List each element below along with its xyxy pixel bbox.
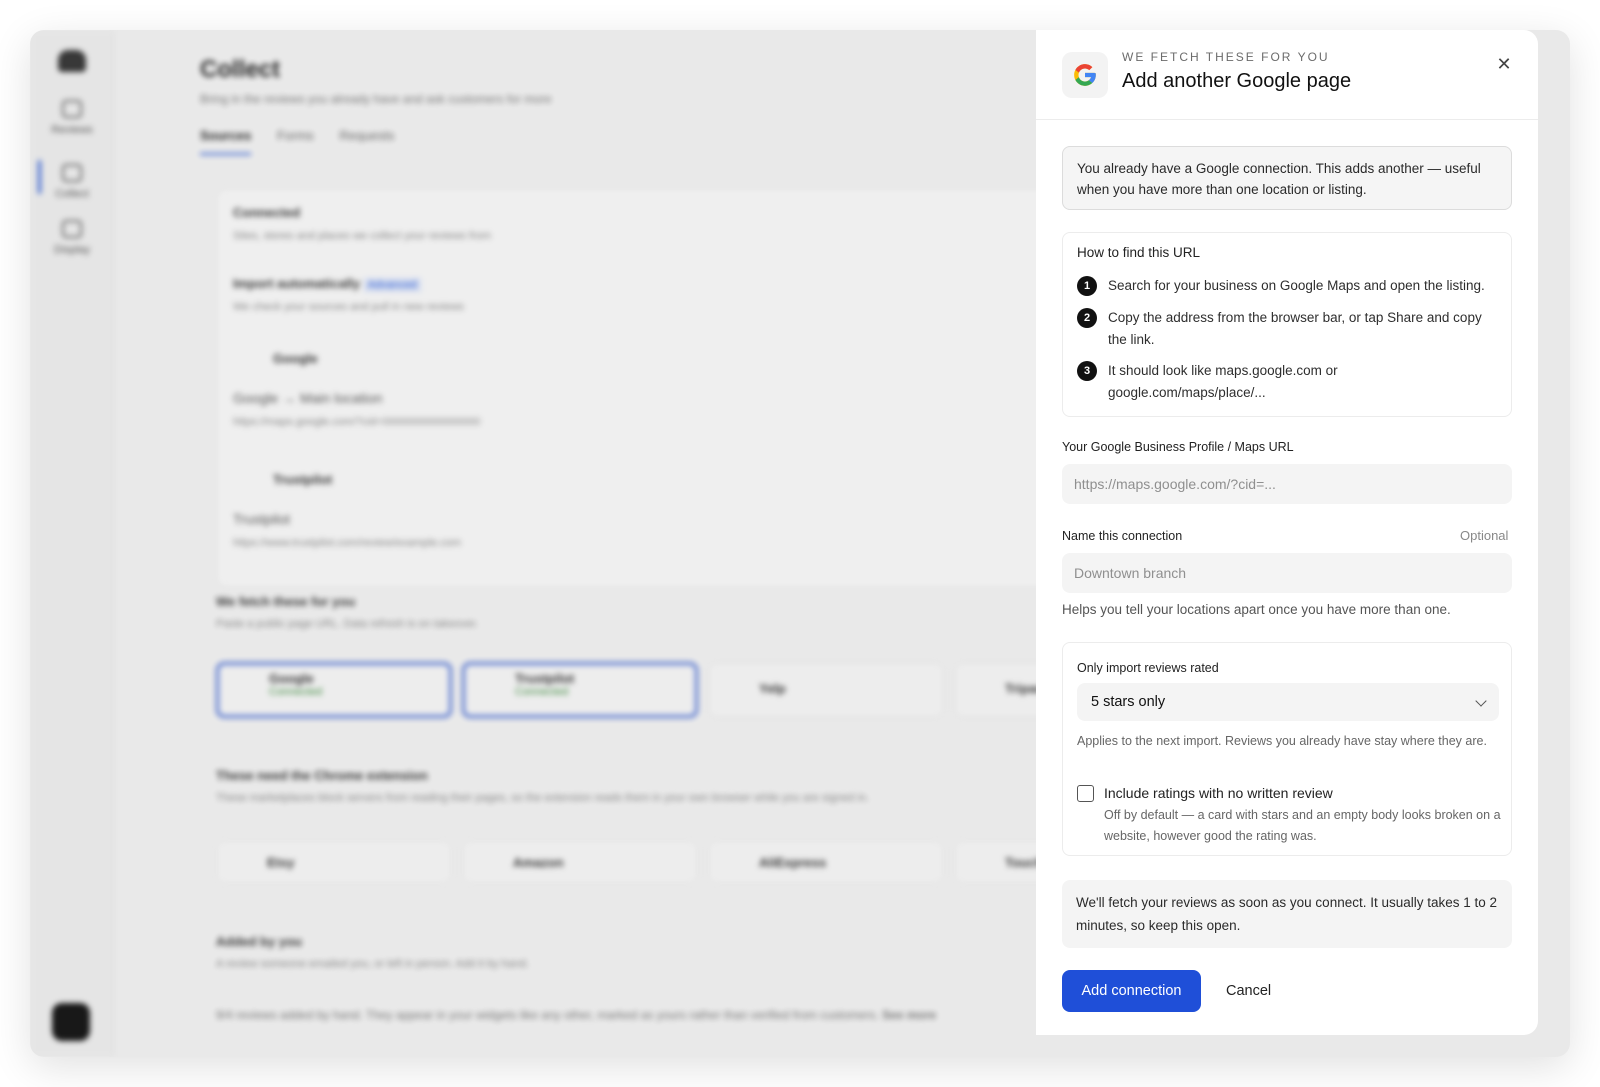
google-url-input[interactable] [1062,464,1512,504]
panel-header: WE FETCH THESE FOR YOU Add another Googl… [1036,30,1538,120]
rating-filter-label: Only import reviews rated [1077,661,1219,675]
name-field-label: Name this connection [1062,529,1183,543]
google-logo-icon [1062,52,1108,98]
rating-filter-helper: Applies to the next import. Reviews you … [1077,734,1487,748]
howto-step: 1 Search for your business on Google Map… [1077,276,1503,297]
add-connection-button[interactable]: Add connection [1062,970,1201,1012]
how-to-find-url-box: How to find this URL 1 Search for your b… [1062,232,1512,417]
name-field-helper: Helps you tell your locations apart once… [1062,602,1451,617]
rating-filter-value: 5 stars only [1091,694,1166,710]
rating-filter-select[interactable]: 5 stars only [1077,683,1499,721]
rating-filter-box: Only import reviews rated 5 stars only A… [1062,642,1512,856]
howto-step: 2 Copy the address from the browser bar,… [1077,308,1503,351]
optional-tag: Optional [1460,528,1509,543]
url-field-label: Your Google Business Profile / Maps URL [1062,440,1294,454]
panel-eyebrow: WE FETCH THESE FOR YOU [1122,50,1330,64]
include-no-text-checkbox[interactable] [1077,785,1094,802]
add-connection-panel: WE FETCH THESE FOR YOU Add another Googl… [1036,30,1538,1035]
step-number: 1 [1077,276,1097,296]
connection-name-input[interactable] [1062,553,1512,593]
existing-connection-notice: You already have a Google connection. Th… [1062,146,1512,210]
howto-step: 3 It should look like maps.google.com or… [1077,361,1408,404]
howto-title: How to find this URL [1077,245,1201,260]
step-number: 2 [1077,308,1097,328]
step-text: Copy the address from the browser bar, o… [1108,310,1482,347]
chevron-down-icon [1475,695,1487,707]
step-number: 3 [1077,361,1097,381]
cancel-button[interactable]: Cancel [1216,970,1281,1012]
step-text: Search for your business on Google Maps … [1108,278,1485,293]
include-no-text-label[interactable]: Include ratings with no written review [1104,785,1333,801]
close-icon[interactable]: ✕ [1492,52,1516,76]
fetch-info-box: We'll fetch your reviews as soon as you … [1062,880,1512,948]
step-text: It should look like maps.google.com or g… [1108,363,1338,400]
include-no-text-description: Off by default — a card with stars and a… [1104,808,1501,843]
panel-title: Add another Google page [1122,70,1352,92]
